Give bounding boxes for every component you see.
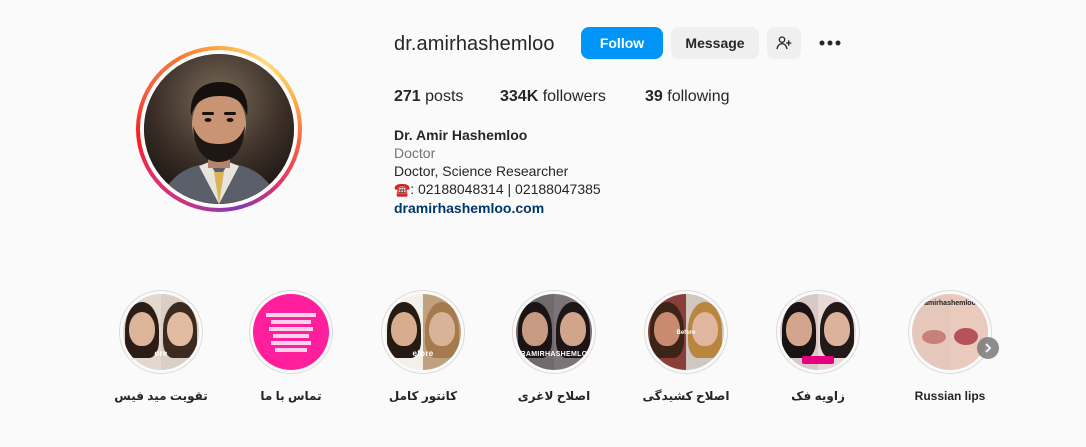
highlight-cover: amirhashemloo (908, 290, 992, 374)
avatar-photo (144, 54, 294, 204)
bio-website-link[interactable]: dramirhashemloo.com (394, 199, 601, 217)
posts-count: 271 posts (394, 88, 464, 105)
highlights-next-button[interactable] (977, 337, 999, 359)
highlight-cover: RAMIRHASHEMLO (512, 290, 596, 374)
highlight-label: کانتور کامل (388, 389, 458, 403)
followers-link[interactable]: 334K followers (500, 88, 606, 106)
highlight-label: تماس با ما (260, 389, 322, 403)
highlight-label: اصلاح لاغری (517, 389, 591, 403)
story-highlight[interactable]: efore کانتور کامل (363, 290, 483, 403)
more-options-icon (819, 40, 841, 46)
profile-page: dr.amirhashemloo Follow Message 271 post… (0, 0, 1086, 447)
following-link[interactable]: 39 following (645, 88, 730, 106)
bio-category: Doctor (394, 145, 436, 161)
story-highlight[interactable]: RAMIRHASHEMLO اصلاح لاغری (494, 290, 614, 403)
highlight-cover (776, 290, 860, 374)
profile-bio: Dr. Amir Hashemloo Doctor Doctor, Scienc… (394, 126, 601, 217)
story-highlight[interactable]: تماس با ما (231, 290, 351, 403)
highlight-cover: ore (119, 290, 203, 374)
more-options-button[interactable] (814, 27, 846, 59)
contact-highlight-cover (253, 294, 329, 370)
story-highlight[interactable]: Before اصلاح کشیدگی (626, 290, 746, 403)
highlight-cover (249, 290, 333, 374)
telephone-icon: ☎️ (394, 182, 411, 197)
bio-phone: ☎️: 02188048314 | 02188047385 (394, 181, 601, 197)
follow-button[interactable]: Follow (581, 27, 663, 59)
profile-username: dr.amirhashemloo (394, 33, 555, 55)
suggested-users-button[interactable] (767, 27, 801, 59)
highlight-label: اصلاح کشیدگی (642, 389, 730, 403)
story-highlight[interactable]: زاویه فک (758, 290, 878, 403)
highlight-cover: Before (644, 290, 728, 374)
highlight-label: Russian lips (914, 389, 986, 403)
chevron-right-icon (985, 343, 992, 353)
message-button[interactable]: Message (671, 27, 759, 59)
highlight-label: تقویت مید فیس (114, 389, 208, 403)
highlight-label: زاویه فک (791, 389, 845, 403)
avatar-portrait (144, 54, 294, 204)
profile-avatar[interactable] (136, 46, 302, 212)
bio-full-name: Dr. Amir Hashemloo (394, 127, 528, 143)
bio-description: Doctor, Science Researcher (394, 163, 569, 179)
story-highlight[interactable]: ore تقویت مید فیس (101, 290, 221, 403)
highlight-cover: efore (381, 290, 465, 374)
add-user-icon (776, 36, 792, 50)
